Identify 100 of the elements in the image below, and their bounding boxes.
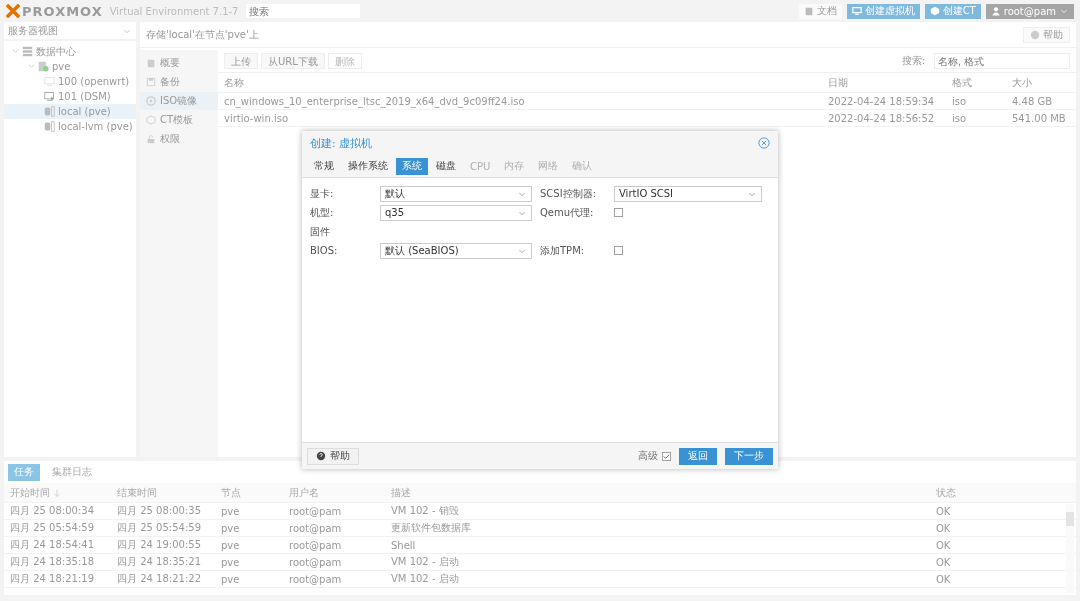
field-label: 机型: — [310, 205, 335, 220]
tree-item[interactable]: pve — [4, 59, 136, 74]
toolbar-button[interactable]: 上传 — [224, 53, 258, 69]
wizard-tab[interactable]: 磁盘 — [430, 157, 462, 175]
table-cell-text: cn_windows_10_enterprise_ltsc_2019_x64_dvd_9c09ff24.iso — [223, 95, 526, 107]
cube-icon — [146, 115, 156, 125]
table-cell-text: 四月 25 05:54:59 — [9, 521, 95, 535]
section-label: 固件 — [310, 224, 331, 239]
column-header[interactable]: 格式 — [946, 75, 1006, 90]
monitor-icon — [44, 91, 55, 102]
column-header[interactable]: 描述 — [385, 485, 930, 500]
table-cell-text: root@pam — [288, 573, 343, 585]
table-cell-text: root@pam — [288, 556, 343, 568]
column-header[interactable]: 结束时间 — [111, 485, 215, 500]
view-selector[interactable]: 服务器视图 — [4, 22, 136, 39]
field-label: BIOS: — [310, 245, 339, 256]
search-field[interactable]: 搜索 — [245, 3, 362, 19]
help-button[interactable]: 帮助 — [1023, 26, 1070, 43]
wizard-button[interactable]: 下一步 — [725, 447, 773, 465]
table-cell-text: 四月 24 18:21:19 — [9, 572, 95, 586]
table-cell-text: root@pam — [288, 505, 343, 517]
table-cell-text: VM 102 - 启动 — [390, 555, 460, 569]
dropdown-field[interactable]: VirtIO SCSI — [614, 185, 762, 202]
logo-icon — [6, 4, 20, 18]
tree-item[interactable]: local-lvm (pve) — [4, 119, 136, 134]
table-cell-text: pve — [220, 573, 241, 585]
dropdown-field[interactable]: 默认 (SeaBIOS) — [380, 242, 532, 259]
table-cell-text: virtio-win.iso — [223, 112, 289, 124]
dropdown-field[interactable]: 默认 — [380, 185, 532, 202]
content-title: 存储'local'在节点'pve'上 — [146, 27, 259, 42]
table-cell-text: 四月 24 18:35:18 — [9, 555, 95, 569]
checkbox[interactable] — [614, 208, 623, 217]
table-cell-text: pve — [220, 556, 241, 568]
tree-item[interactable]: local (pve) — [4, 104, 136, 119]
checkbox[interactable] — [614, 246, 623, 255]
table-cell-text: 更新软件包数据库 — [390, 521, 472, 535]
table-cell-text: root@pam — [288, 522, 343, 534]
column-header[interactable]: 日期 — [822, 75, 946, 90]
toolbar-button[interactable]: 从URL下载 — [261, 53, 325, 69]
chevron-icon[interactable] — [12, 48, 19, 55]
log-tab[interactable]: 集群日志 — [46, 463, 98, 481]
column-header[interactable]: 名称 — [218, 75, 822, 90]
table-cell-text: pve — [220, 505, 241, 517]
table-cell-text: VM 102 - 启动 — [390, 572, 460, 586]
column-header[interactable]: 状态 — [930, 485, 1062, 500]
disc-icon — [146, 96, 156, 106]
nav-item[interactable]: 备份 — [140, 73, 218, 91]
table-cell-text: OK — [935, 539, 952, 551]
monitor-icon — [44, 76, 55, 87]
scrollbar[interactable] — [1066, 504, 1074, 593]
server-icon — [38, 61, 49, 72]
header-button[interactable]: 创建CT — [924, 3, 981, 19]
search-label: 搜索: — [901, 54, 925, 68]
table-cell-text: 四月 24 18:21:22 — [116, 572, 202, 586]
nav-item[interactable]: ISO镜像 — [140, 92, 218, 110]
wizard-button[interactable]: 返回 — [679, 447, 717, 465]
storage-icon — [44, 106, 55, 117]
wizard-tab[interactable]: 常规 — [308, 157, 340, 175]
storage-icon — [44, 121, 55, 132]
table-cell-text: pve — [220, 539, 241, 551]
help-button[interactable]: 帮助 — [307, 447, 359, 465]
table-cell-text: 四月 24 19:00:55 — [116, 538, 202, 552]
column-header[interactable]: 用户名 — [283, 485, 385, 500]
search-field[interactable]: 名称, 格式 — [934, 53, 1070, 69]
table-cell-text: OK — [935, 573, 952, 585]
sort-arrow-icon — [52, 487, 62, 498]
column-header[interactable]: 开始时间 — [4, 485, 111, 500]
user-icon — [990, 6, 1001, 16]
server-rack-icon — [22, 46, 33, 57]
table-cell-text: 四月 25 05:54:59 — [116, 521, 202, 535]
nav-item[interactable]: 概要 — [140, 54, 218, 72]
wizard-tab[interactable]: 操作系统 — [342, 157, 394, 175]
field-label: 添加TPM: — [540, 243, 586, 258]
table-cell-text: 四月 24 18:35:21 — [116, 555, 202, 569]
tree-item[interactable]: 数据中心 — [4, 44, 136, 59]
table-cell-text: Shell — [390, 539, 417, 551]
tree-item[interactable]: 100 (openwrt) — [4, 74, 136, 89]
table-cell-text: 2022-04-24 18:56:52 — [827, 112, 936, 124]
log-tab[interactable]: 任务 — [8, 463, 40, 481]
nav-item[interactable]: 权限 — [140, 130, 218, 148]
field-label: 显卡: — [310, 186, 335, 201]
monitor-icon — [851, 6, 862, 16]
column-header[interactable]: 大小 — [1006, 75, 1076, 90]
dropdown-field[interactable]: q35 — [380, 204, 532, 221]
field-label: Qemu代理: — [540, 205, 595, 220]
close-icon[interactable] — [758, 137, 770, 149]
header-button[interactable]: 创建虚拟机 — [846, 3, 920, 19]
column-header[interactable]: 节点 — [215, 485, 283, 500]
checkbox[interactable] — [662, 451, 671, 461]
floppy-icon — [146, 77, 156, 87]
header-button[interactable]: root@pam — [985, 3, 1074, 19]
wizard-tab[interactable]: 系统 — [396, 157, 428, 175]
table-cell-text: VM 102 - 销毁 — [390, 504, 460, 518]
nav-item[interactable]: CT模板 — [140, 111, 218, 129]
table-cell-text: root@pam — [288, 539, 343, 551]
lock-icon — [146, 134, 156, 144]
table-cell-text: 四月 24 18:54:41 — [9, 538, 95, 552]
tree-item[interactable]: 101 (DSM) — [4, 89, 136, 104]
chevron-icon[interactable] — [28, 63, 35, 70]
header-button[interactable]: 文档 — [798, 3, 842, 19]
